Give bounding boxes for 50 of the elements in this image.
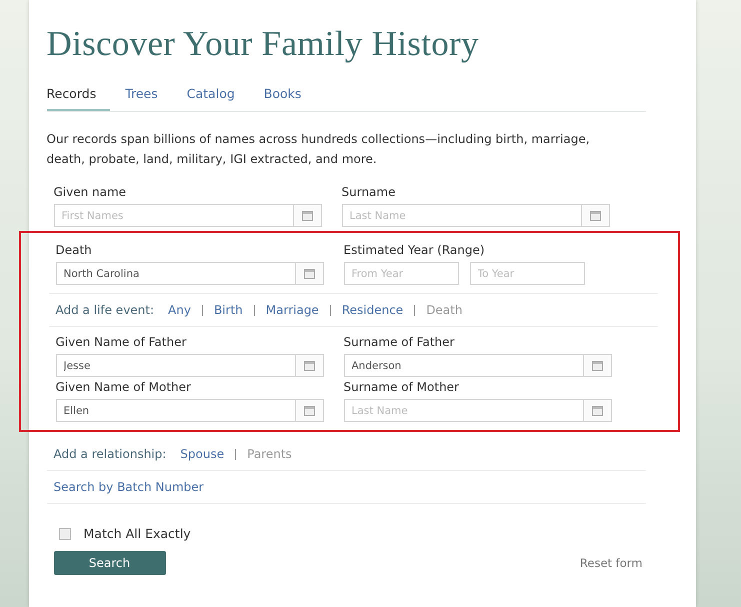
field-label: Given Name of Mother [56, 380, 192, 394]
field-icon-button[interactable] [584, 354, 612, 377]
text-field[interactable]: First Names [54, 204, 294, 227]
page-title: Discover Your Family History [46, 24, 480, 64]
field-label: Estimated Year (Range) [344, 243, 486, 257]
form-icon [304, 406, 314, 416]
option-link[interactable]: Residence [342, 303, 404, 317]
field-icon-button[interactable] [294, 204, 322, 227]
option-link[interactable]: Spouse [180, 447, 224, 461]
checkbox[interactable] [58, 528, 70, 540]
field-label: Death [56, 243, 93, 257]
option-link[interactable]: Birth [214, 303, 243, 317]
field-icon-button[interactable] [582, 204, 610, 227]
field-icon-button[interactable] [296, 399, 324, 422]
field-icon-button[interactable] [296, 354, 324, 377]
option-link[interactable]: Death [426, 303, 462, 317]
form-icon [592, 406, 602, 416]
link-row-label: Add a relationship: [54, 447, 166, 461]
field-label: Given Name of Father [56, 335, 188, 349]
checkbox-label: Match All Exactly [84, 526, 191, 541]
form-icon [304, 268, 314, 278]
text-field[interactable]: From Year [344, 262, 458, 285]
reset-link[interactable]: Reset form [580, 556, 642, 570]
text-field[interactable]: Anderson [344, 354, 584, 377]
field-icon-button[interactable] [296, 262, 324, 285]
form-icon [304, 360, 314, 370]
form-icon [590, 210, 600, 220]
intro-text: Our records span billions of names across hundreds collections—including birth, marriage, death, probate, land, military, IGI extracted, and more. [46, 131, 591, 168]
text-field[interactable]: Last Name [342, 204, 582, 227]
field-label: Surname of Mother [344, 380, 460, 394]
option-link[interactable]: Any [168, 303, 191, 317]
form-icon [302, 210, 312, 220]
form-icon [592, 360, 602, 370]
tab[interactable]: Catalog [186, 86, 249, 111]
field-label: Surname of Father [344, 335, 456, 349]
option-link[interactable]: Marriage [266, 303, 319, 317]
tab[interactable]: Records [46, 86, 110, 111]
batch-number-link[interactable]: Search by Batch Number [54, 480, 204, 494]
text-field[interactable]: To Year [470, 262, 584, 285]
text-field[interactable]: Last Name [344, 399, 584, 422]
field-label: Given name [54, 185, 128, 199]
tab[interactable]: Books [264, 86, 316, 111]
field-icon-button[interactable] [584, 399, 612, 422]
search-button[interactable]: Search [54, 551, 166, 575]
field-label: Surname [342, 185, 396, 199]
link-row-label: Add a life event: [56, 303, 154, 317]
text-field[interactable]: Ellen [56, 399, 296, 422]
option-link[interactable]: Parents [247, 447, 292, 461]
text-field[interactable]: North Carolina [56, 262, 296, 285]
tab[interactable]: Trees [125, 86, 172, 111]
